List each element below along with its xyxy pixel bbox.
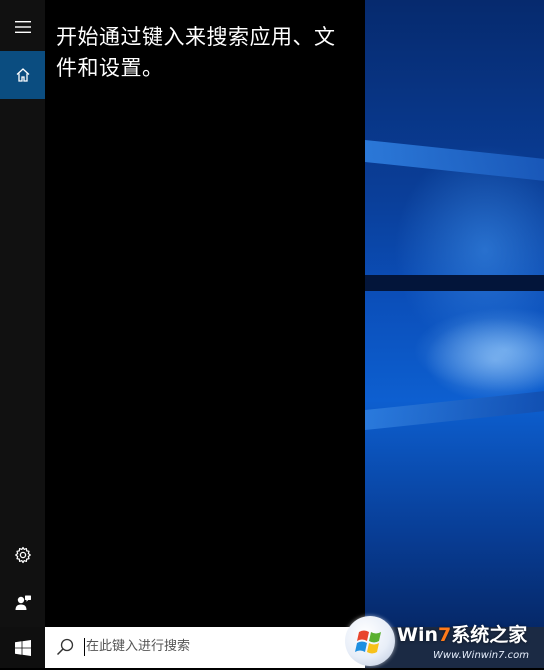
desktop-wallpaper xyxy=(365,0,544,668)
watermark-brand: Win7系统之家 xyxy=(397,624,528,646)
search-input[interactable]: 在此键入进行搜索 xyxy=(86,638,190,656)
wallpaper-light-band xyxy=(365,140,544,184)
start-rail xyxy=(0,0,45,627)
search-box[interactable]: 在此键入进行搜索 xyxy=(45,627,365,668)
search-prompt-text: 开始通过键入来搜索应用、文件和设置。 xyxy=(56,25,336,80)
search-icon xyxy=(56,638,74,656)
hamburger-icon xyxy=(14,21,31,33)
home-button[interactable] xyxy=(0,51,45,99)
watermark: Win7系统之家 Www.Winwin7.com xyxy=(345,614,544,668)
feedback-button[interactable] xyxy=(0,579,45,627)
settings-button[interactable] xyxy=(0,531,45,579)
windows-logo-icon xyxy=(14,639,31,656)
gear-icon xyxy=(14,546,31,564)
search-panel: 开始通过键入来搜索应用、文件和设置。 xyxy=(45,0,365,627)
windows-orb-logo xyxy=(345,616,395,666)
text-caret xyxy=(84,638,85,656)
start-button[interactable] xyxy=(0,627,45,668)
home-icon xyxy=(16,68,29,82)
windows-flag-icon xyxy=(355,630,381,654)
wallpaper-dark-band xyxy=(365,275,544,291)
feedback-person-icon xyxy=(15,595,31,610)
watermark-url: Www.Winwin7.com xyxy=(433,650,529,661)
expand-menu-button[interactable] xyxy=(0,3,45,51)
